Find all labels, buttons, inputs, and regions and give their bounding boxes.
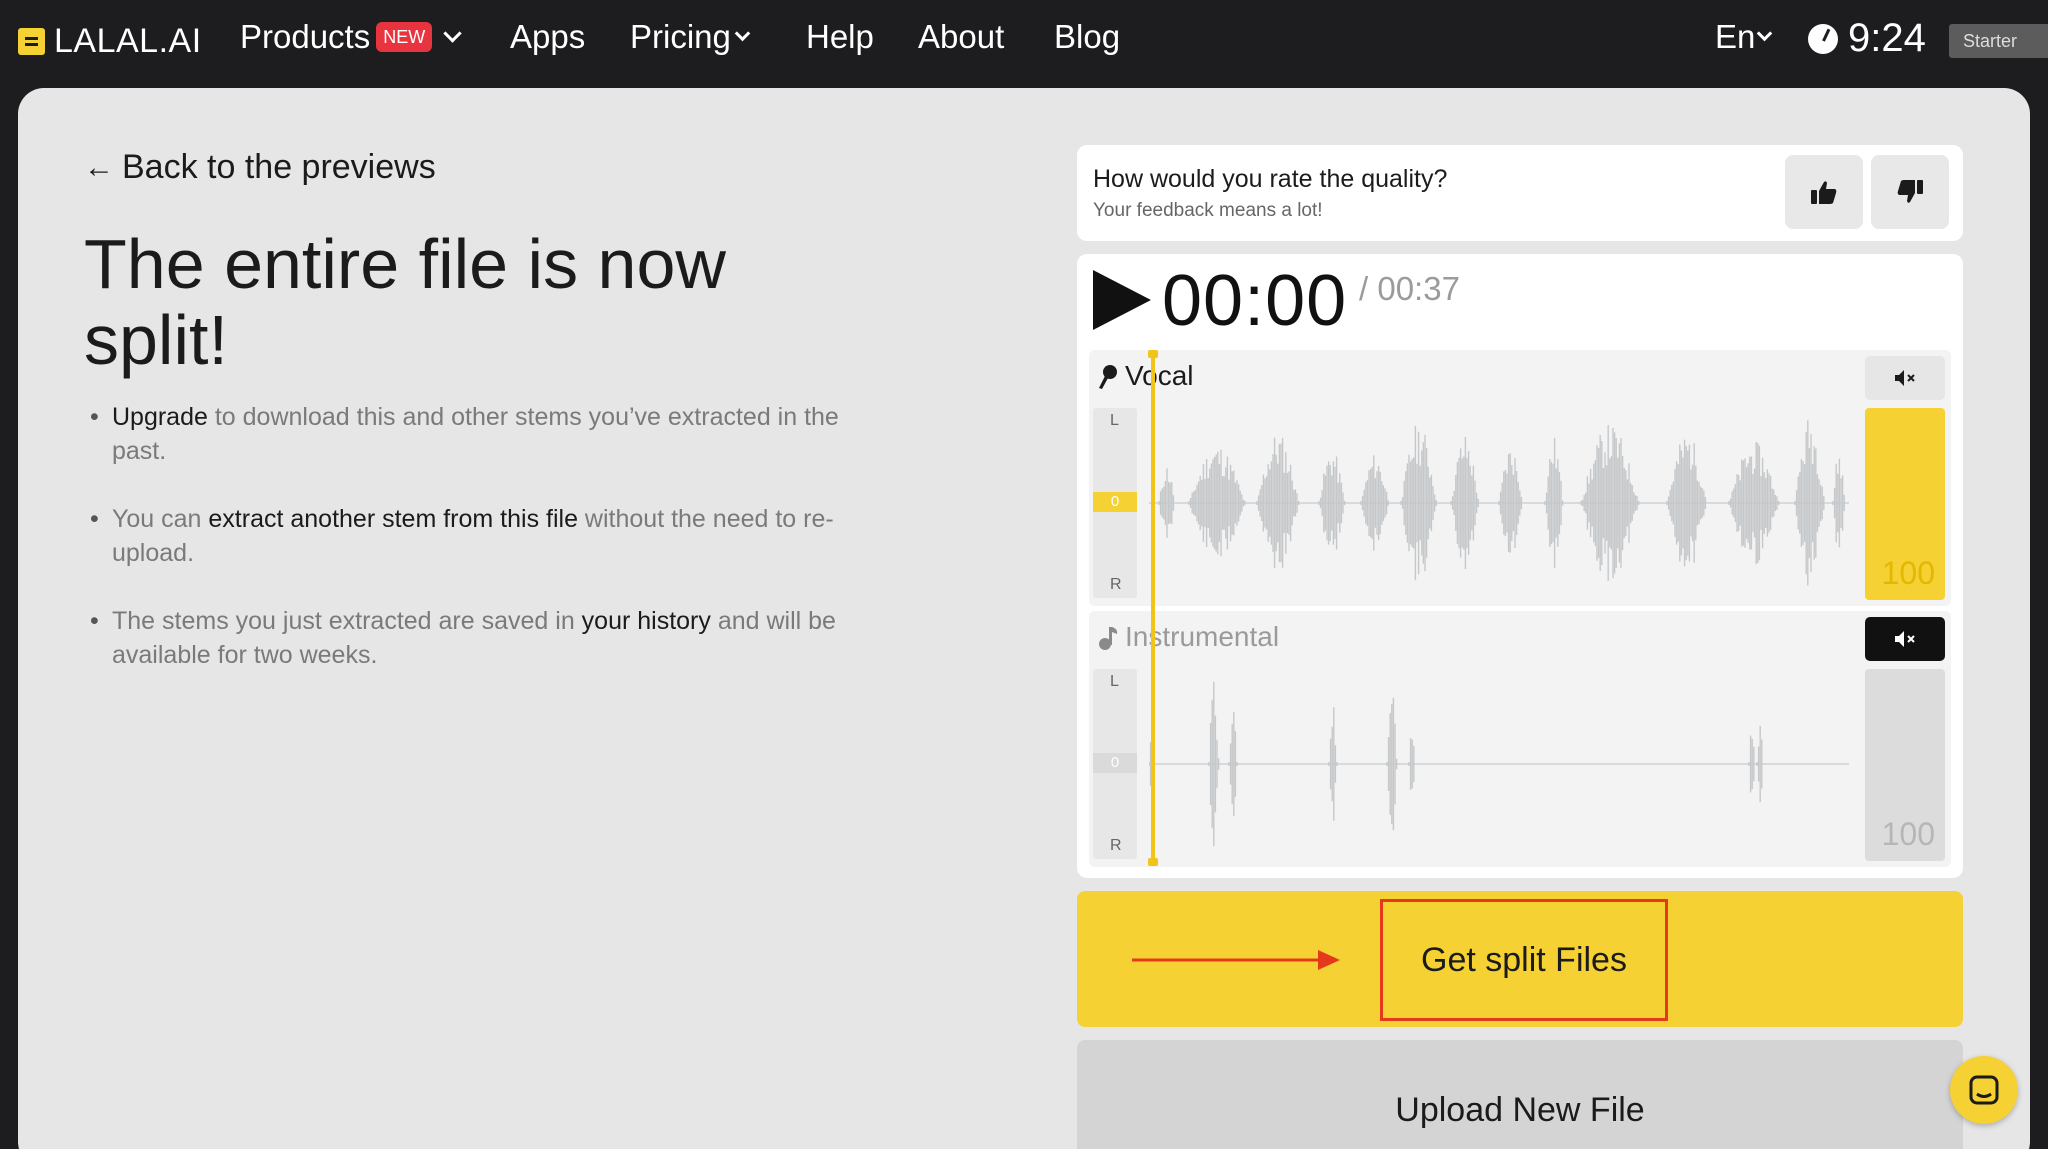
nav-pricing[interactable]: Pricing (630, 18, 751, 56)
track-instrumental: Instrumental L 0 R 100 (1089, 611, 1951, 867)
your-history-link[interactable]: your history (582, 607, 711, 635)
logo-text: LALAL.AI (54, 22, 202, 60)
logo-icon (18, 28, 45, 55)
track-vocal: Vocal L 0 R 100 (1089, 350, 1951, 606)
feedback-card: How would you rate the quality? Your fee… (1077, 145, 1963, 241)
pan-zero-marker: 0 (1093, 753, 1137, 773)
nav-products-label: Products (240, 18, 371, 55)
arrow-left-icon: ← (84, 150, 114, 184)
feedback-question: How would you rate the quality? (1093, 165, 1448, 193)
minutes-value: 9:24 (1848, 16, 1926, 60)
waveform-vocal[interactable] (1149, 408, 1849, 598)
nav-blog[interactable]: Blog (1054, 18, 1120, 56)
current-time: 00:00 (1162, 261, 1348, 341)
upload-new-file-button[interactable]: Upload New File (1077, 1040, 1963, 1149)
bullet-text: to download this and other stems you’ve … (112, 403, 839, 465)
waveform-instrumental[interactable] (1149, 669, 1849, 859)
nav-products[interactable]: Products NEW (240, 18, 462, 56)
feedback-subtitle: Your feedback means a lot! (1093, 200, 1323, 221)
top-nav: LALAL.AI Products NEW Apps Pricing Help … (0, 0, 2048, 84)
track-name: Instrumental (1125, 621, 1280, 652)
nav-help[interactable]: Help (806, 18, 874, 56)
thumbs-down-icon (1897, 180, 1923, 203)
language-label: En (1715, 18, 1756, 55)
logo[interactable]: LALAL.AI (18, 22, 202, 61)
mute-button[interactable] (1865, 356, 1945, 400)
pan-left-label: L (1110, 673, 1119, 690)
volume-slider[interactable]: 100 (1865, 408, 1945, 600)
play-button[interactable] (1093, 270, 1151, 330)
nav-apps[interactable]: Apps (510, 18, 585, 56)
clock-icon (1808, 23, 1838, 54)
chat-icon (1969, 1075, 1999, 1105)
pan-right-label: R (1110, 837, 1122, 854)
language-selector[interactable]: En (1715, 18, 1773, 56)
track-name: Vocal (1125, 360, 1194, 391)
volume-slider[interactable]: 100 (1865, 669, 1945, 861)
pan-right-label: R (1110, 576, 1122, 593)
volume-value: 100 (1881, 555, 1935, 591)
nav-about[interactable]: About (918, 18, 1004, 56)
thumbs-down-button[interactable] (1871, 155, 1949, 229)
thumbs-up-button[interactable] (1785, 155, 1863, 229)
chat-support-button[interactable] (1950, 1056, 2018, 1124)
main-panel: ← Back to the previews The entire file i… (18, 88, 2030, 1149)
total-time: / 00:37 (1359, 270, 1460, 307)
chevron-down-icon (1757, 25, 1773, 41)
music-note-icon (1099, 627, 1118, 650)
page-title: The entire file is now split! (84, 225, 726, 379)
minutes-balance[interactable]: 9:24 (1808, 16, 1926, 61)
list-item: You can extract another stem from this f… (90, 502, 850, 570)
chevron-down-icon (443, 23, 462, 43)
stem-player: 00:00 / 00:37 Vocal L 0 R 100 Instrument… (1077, 254, 1963, 878)
speaker-muted-icon (1895, 370, 1915, 386)
get-split-files-button[interactable]: Get split Files (1380, 899, 1668, 1021)
upgrade-link[interactable]: Upgrade (112, 403, 208, 431)
volume-value: 100 (1881, 816, 1935, 852)
pan-meter[interactable]: L 0 R (1093, 408, 1137, 598)
speaker-muted-icon (1895, 631, 1915, 647)
microphone-icon (1099, 365, 1117, 389)
list-item: Upgrade to download this and other stems… (90, 400, 850, 468)
info-list: Upgrade to download this and other stems… (90, 400, 850, 706)
nav-pricing-label: Pricing (630, 18, 731, 55)
pan-meter[interactable]: L 0 R (1093, 669, 1137, 859)
pan-zero-marker: 0 (1093, 492, 1137, 512)
arrow-right-icon (1132, 950, 1340, 970)
plan-badge[interactable]: Starter (1949, 24, 2048, 58)
mute-button[interactable] (1865, 617, 1945, 661)
new-badge: NEW (376, 22, 433, 52)
thumbs-up-icon (1811, 181, 1837, 204)
back-to-previews-link[interactable]: ← Back to the previews (84, 148, 436, 187)
extract-another-stem-link[interactable]: extract another stem from this file (208, 505, 578, 533)
list-item: The stems you just extracted are saved i… (90, 604, 850, 672)
chevron-down-icon (734, 25, 751, 41)
get-split-files-banner: Get split Files (1077, 891, 1963, 1027)
bullet-text: You can (112, 505, 209, 533)
back-link-label: Back to the previews (122, 148, 436, 186)
bullet-text: The stems you just extracted are saved i… (112, 607, 582, 635)
playhead[interactable] (1148, 350, 1158, 866)
pan-left-label: L (1110, 412, 1119, 429)
